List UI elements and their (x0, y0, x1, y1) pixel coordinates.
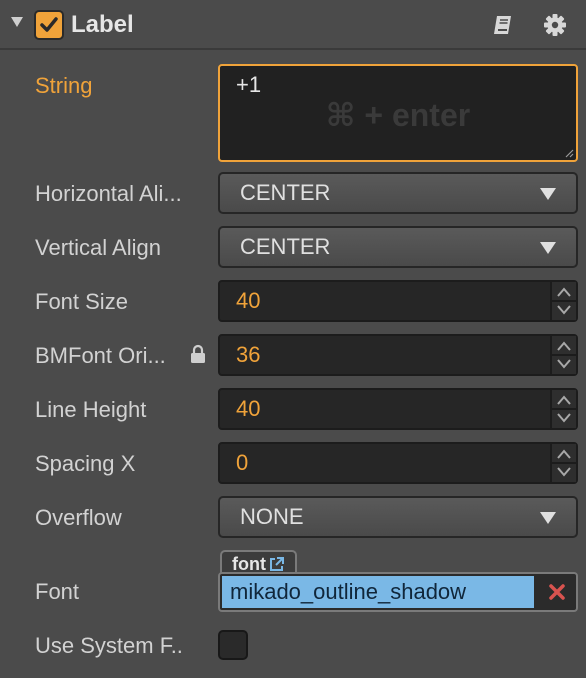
stepper-up-icon[interactable] (557, 395, 571, 405)
spacing-x-value: 0 (236, 450, 249, 475)
vertical-align-value: CENTER (240, 234, 331, 259)
overflow-value: NONE (240, 504, 304, 529)
lock-icon (191, 344, 205, 363)
component-header: Label (0, 0, 586, 50)
line-height-label: Line Height (35, 397, 147, 422)
font-size-stepper[interactable] (550, 282, 576, 320)
stepper-up-icon[interactable] (557, 341, 571, 351)
stepper-down-icon[interactable] (557, 467, 571, 477)
bmfont-original-size-label: BMFont Ori... (35, 343, 166, 368)
string-hint: ⌘ + enter (325, 97, 471, 133)
chevron-down-icon (540, 242, 556, 254)
stepper-down-icon[interactable] (557, 413, 571, 423)
line-height-input[interactable]: 40 (218, 388, 578, 430)
spacing-x-label: Spacing X (35, 451, 136, 476)
bmfont-original-size-stepper[interactable] (550, 336, 576, 374)
overflow-label: Overflow (35, 505, 122, 530)
resize-grip-icon[interactable] (564, 148, 574, 158)
string-value: +1 (236, 72, 262, 97)
gear-icon[interactable] (542, 12, 568, 38)
external-link-icon[interactable] (269, 556, 285, 572)
horizontal-align-value: CENTER (240, 180, 331, 205)
font-asset-name[interactable]: mikado_outline_shadow (222, 576, 534, 608)
stepper-up-icon[interactable] (557, 449, 571, 459)
spacing-x-input[interactable]: 0 (218, 442, 578, 484)
line-height-value: 40 (236, 396, 261, 421)
string-textarea[interactable]: +1 ⌘ + enter (218, 64, 578, 162)
font-label: Font (35, 579, 80, 604)
enable-component-checkbox[interactable] (34, 10, 64, 40)
chevron-down-icon (540, 512, 556, 524)
overflow-select[interactable]: NONE (218, 496, 578, 538)
bmfont-original-size-input[interactable]: 36 (218, 334, 578, 376)
component-title: Label (71, 11, 134, 38)
help-book-icon[interactable] (490, 12, 516, 38)
line-height-stepper[interactable] (550, 390, 576, 428)
clear-icon[interactable] (548, 583, 566, 601)
string-label: String (35, 73, 93, 98)
spacing-x-stepper[interactable] (550, 444, 576, 482)
triangle-down-icon[interactable] (10, 15, 24, 29)
bmfont-original-size-value: 36 (236, 342, 261, 367)
font-asset-field[interactable]: mikado_outline_shadow (218, 572, 578, 612)
font-size-input[interactable]: 40 (218, 280, 578, 322)
use-system-font-label: Use System F.. (35, 633, 183, 658)
vertical-align-label: Vertical Align (35, 235, 161, 260)
stepper-down-icon[interactable] (557, 305, 571, 315)
stepper-up-icon[interactable] (557, 287, 571, 297)
font-size-label: Font Size (35, 289, 128, 314)
checkmark-icon (40, 17, 58, 32)
use-system-font-checkbox[interactable] (218, 630, 248, 660)
font-tag-label: font (232, 554, 266, 574)
chevron-down-icon (540, 188, 556, 200)
font-size-value: 40 (236, 288, 261, 313)
horizontal-align-select[interactable]: CENTER (218, 172, 578, 214)
vertical-align-select[interactable]: CENTER (218, 226, 578, 268)
stepper-down-icon[interactable] (557, 359, 571, 369)
horizontal-align-label: Horizontal Ali... (35, 181, 182, 206)
